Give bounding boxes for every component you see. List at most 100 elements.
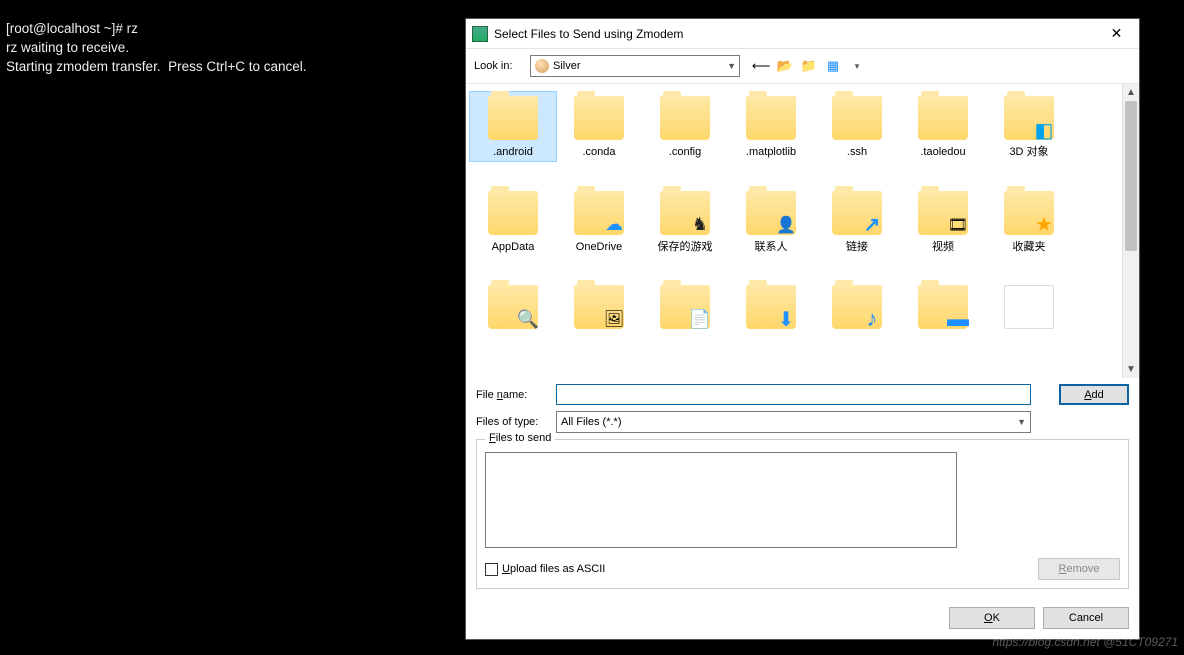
file-item[interactable] — [556, 281, 642, 337]
file-item[interactable]: 链接 — [814, 187, 900, 256]
scroll-thumb[interactable] — [1125, 101, 1137, 251]
lookin-label: Look in: — [474, 60, 524, 72]
upload-ascii-label: Upload files as ASCII — [502, 563, 605, 575]
filename-input[interactable] — [556, 384, 1031, 405]
folder-icon — [746, 191, 796, 235]
folder-icon — [746, 96, 796, 140]
person-overlay-icon — [774, 213, 798, 237]
file-item[interactable]: 保存的游戏 — [642, 187, 728, 256]
file-item-label: 视频 — [902, 241, 984, 254]
user-folder-icon — [535, 59, 549, 73]
file-item[interactable] — [814, 281, 900, 337]
chevron-down-icon: ▼ — [727, 61, 736, 71]
desk-overlay-icon — [946, 307, 970, 331]
folder-icon — [488, 191, 538, 235]
back-icon[interactable] — [752, 57, 770, 75]
file-item-label: AppData — [472, 241, 554, 254]
view-menu-chevron-icon[interactable] — [848, 57, 866, 75]
chess-overlay-icon — [688, 213, 712, 237]
folder-icon — [574, 96, 624, 140]
folder-icon — [918, 96, 968, 140]
file-item[interactable]: .conda — [556, 92, 642, 161]
file-item[interactable]: OneDrive — [556, 187, 642, 256]
add-button[interactable]: Add — [1059, 384, 1129, 405]
folder-icon — [660, 96, 710, 140]
files-to-send-list[interactable] — [485, 452, 957, 548]
file-item[interactable]: AppData — [470, 187, 556, 256]
ok-button[interactable]: OK — [949, 607, 1035, 629]
file-item[interactable]: .ssh — [814, 92, 900, 161]
file-item[interactable] — [986, 281, 1072, 337]
file-item-label: 联系人 — [730, 241, 812, 254]
folder-icon — [574, 191, 624, 235]
folder-icon — [746, 285, 796, 329]
dialog-buttons: OK Cancel — [466, 599, 1139, 639]
folder-icon — [832, 285, 882, 329]
view-mode-icon[interactable] — [824, 57, 842, 75]
folder-icon — [660, 285, 710, 329]
file-item[interactable] — [900, 281, 986, 337]
file-item[interactable]: .config — [642, 92, 728, 161]
star-overlay-icon — [1032, 213, 1056, 237]
files-to-send-group: Files to send Upload files as ASCII Remo… — [476, 439, 1129, 589]
titlebar: Select Files to Send using Zmodem ✕ — [466, 19, 1139, 49]
scroll-down-icon[interactable]: ▼ — [1123, 361, 1139, 378]
folder-icon — [1004, 96, 1054, 140]
zmodem-dialog: Select Files to Send using Zmodem ✕ Look… — [465, 18, 1140, 640]
scroll-track[interactable] — [1123, 101, 1139, 361]
filetype-label: Files of type: — [476, 416, 548, 428]
file-item[interactable] — [470, 281, 556, 337]
folder-icon — [918, 285, 968, 329]
linkar-overlay-icon — [860, 213, 884, 237]
file-item[interactable]: 视频 — [900, 187, 986, 256]
filetype-value: All Files (*.*) — [561, 416, 622, 428]
file-item[interactable]: .matplotlib — [728, 92, 814, 161]
cloud-overlay-icon — [602, 213, 626, 237]
file-item-label: .android — [472, 146, 554, 159]
folder-icon — [832, 96, 882, 140]
file-item-label: .taoledou — [902, 146, 984, 159]
file-item-label: .conda — [558, 146, 640, 159]
files-to-send-legend: Files to send — [485, 432, 555, 444]
file-item-label: 保存的游戏 — [644, 241, 726, 254]
dialog-title: Select Files to Send using Zmodem — [494, 27, 1094, 41]
file-browser: .android .conda.config.matplotlib .ssh .tao… — [466, 84, 1139, 378]
up-folder-icon[interactable] — [776, 57, 794, 75]
file-item[interactable]: 收藏夹 — [986, 187, 1072, 256]
upload-ascii-checkbox[interactable]: Upload files as ASCII — [485, 563, 605, 576]
folder-icon — [660, 191, 710, 235]
file-icon — [1004, 285, 1054, 329]
app-icon — [472, 26, 488, 42]
filename-label: File name: — [476, 389, 548, 401]
file-item-label: OneDrive — [558, 241, 640, 254]
vertical-scrollbar[interactable]: ▲ ▼ — [1122, 84, 1139, 378]
folder-icon — [488, 285, 538, 329]
terminal[interactable]: [root@localhost ~]# rz rz waiting to rec… — [0, 0, 465, 655]
lookin-select[interactable]: Silver ▼ — [530, 55, 740, 77]
cancel-button[interactable]: Cancel — [1043, 607, 1129, 629]
folder-icon — [574, 285, 624, 329]
note-overlay-icon — [860, 307, 884, 331]
new-folder-icon[interactable] — [800, 57, 818, 75]
file-grid[interactable]: .android .conda.config.matplotlib .ssh .tao… — [466, 84, 1122, 378]
film-overlay-icon — [946, 213, 970, 237]
file-item-label: .ssh — [816, 146, 898, 159]
lens-overlay-icon — [516, 307, 540, 331]
close-button[interactable]: ✕ — [1094, 19, 1139, 49]
file-item-label: 收藏夹 — [988, 241, 1070, 254]
file-item-label: .matplotlib — [730, 146, 812, 159]
file-item[interactable]: 3D 对象 — [986, 92, 1072, 161]
scroll-up-icon[interactable]: ▲ — [1123, 84, 1139, 101]
file-item[interactable]: .android — [470, 92, 556, 161]
folder-icon — [488, 96, 538, 140]
term-line-0: [root@localhost ~]# rz — [6, 21, 138, 36]
file-item[interactable]: .taoledou — [900, 92, 986, 161]
term-line-2: Starting zmodem transfer. Press Ctrl+C t… — [6, 59, 307, 74]
filetype-select[interactable]: All Files (*.*) ▼ — [556, 411, 1031, 433]
folder-icon — [1004, 191, 1054, 235]
form-area: File name: Add Files of type: All Files … — [466, 378, 1139, 599]
chevron-down-icon: ▼ — [1017, 417, 1026, 427]
file-item[interactable] — [642, 281, 728, 337]
file-item[interactable] — [728, 281, 814, 337]
file-item[interactable]: 联系人 — [728, 187, 814, 256]
